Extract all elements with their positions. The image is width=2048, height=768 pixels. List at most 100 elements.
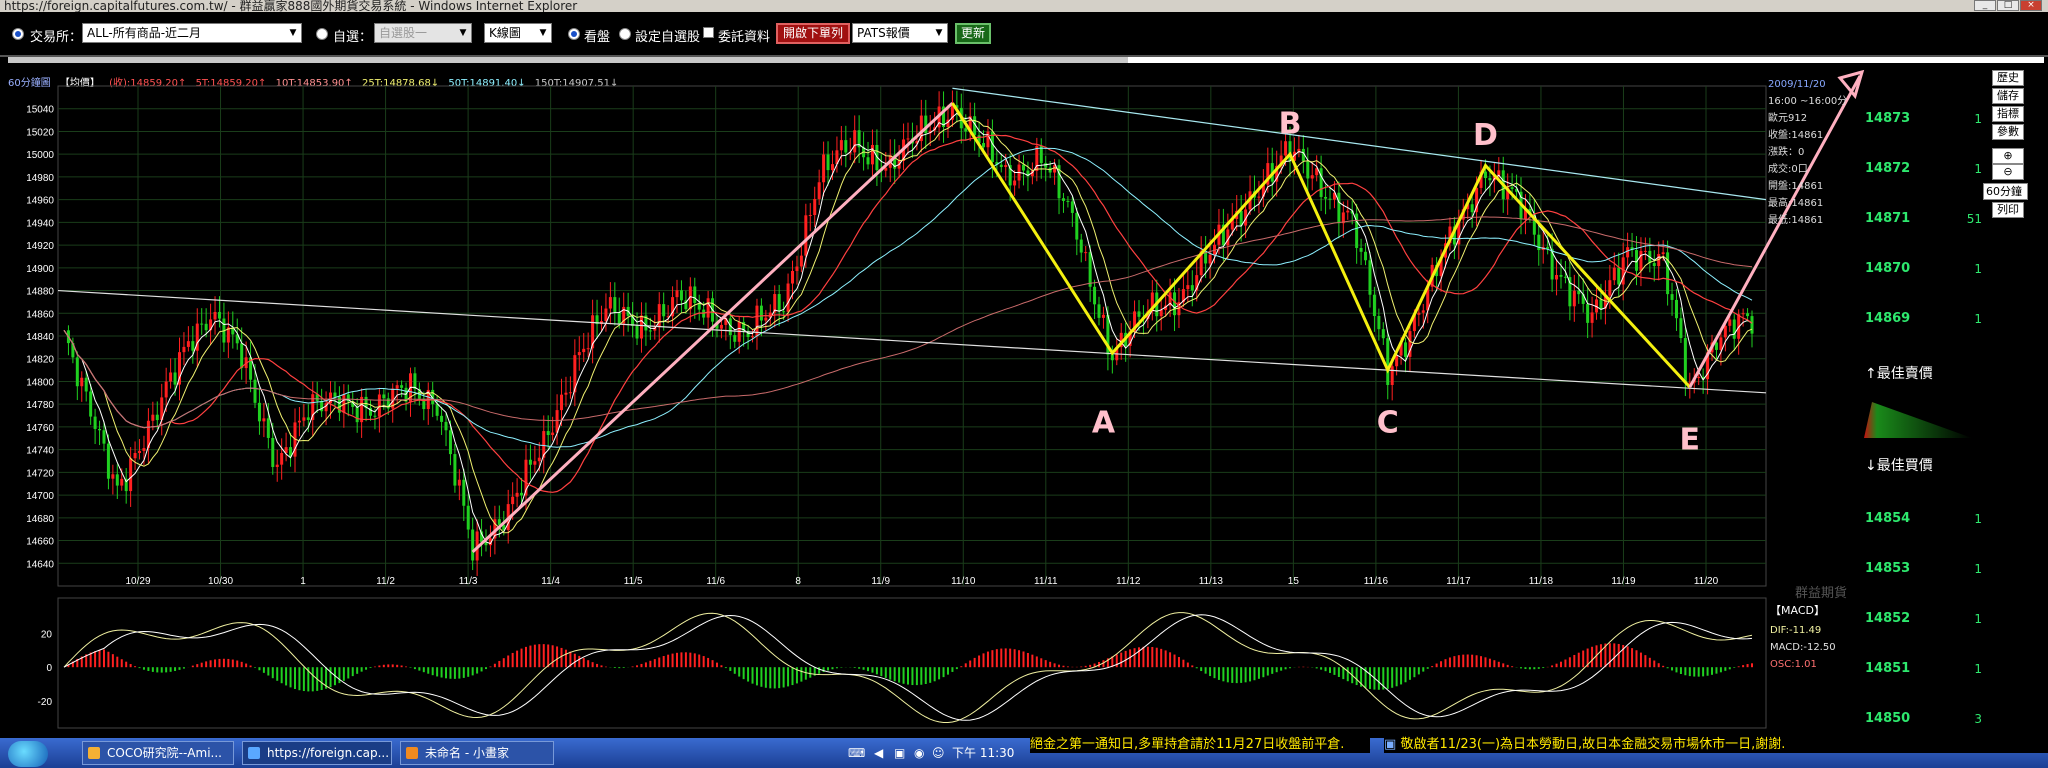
candle-body xyxy=(1217,224,1221,245)
candle-body xyxy=(284,447,288,454)
candle-body xyxy=(990,131,994,163)
x-tick-label: 11/17 xyxy=(1446,576,1471,587)
watchlist-select[interactable]: 自選股一 ▼ xyxy=(374,23,472,43)
candle-body xyxy=(488,538,492,546)
bid-ask-ratio-icon xyxy=(1864,402,1972,438)
candle-body xyxy=(555,410,559,433)
candle-body xyxy=(537,457,541,462)
refresh-button[interactable]: 更新 xyxy=(955,23,992,44)
candle-body xyxy=(329,392,333,404)
candle-body xyxy=(1146,311,1150,319)
exchange-select[interactable]: ALL-所有商品-近二月 ▼ xyxy=(82,23,302,43)
chart-scrollbar[interactable] xyxy=(8,57,2044,63)
candle-body xyxy=(1026,170,1030,177)
x-tick-label: 11/20 xyxy=(1694,576,1719,587)
candle-body xyxy=(302,417,306,421)
candle-body xyxy=(1164,305,1168,310)
ask-qty: 1 xyxy=(1974,262,1982,276)
candle-body xyxy=(702,309,706,318)
chart-legend: 60分鐘圖 【均價】 (收):14859.20↑ 5T:14859.20↑ 10… xyxy=(8,74,624,89)
indicator-button[interactable]: 指標 xyxy=(1992,106,2024,122)
candle-body xyxy=(484,542,488,546)
taskbar-item[interactable]: COCO研究院--Ami... xyxy=(82,741,234,765)
maximize-button[interactable]: □ xyxy=(1997,0,2019,11)
candle-body xyxy=(782,311,786,313)
arrow-icon[interactable]: ◀ xyxy=(874,741,883,765)
candle-body xyxy=(1435,264,1439,277)
candle-body xyxy=(226,327,230,343)
candle-body xyxy=(1492,175,1496,181)
taskbar-item[interactable]: 未命名 - 小畫家 xyxy=(400,741,554,765)
candle-body xyxy=(111,474,115,479)
candle-body xyxy=(1332,192,1336,200)
exchange-radio[interactable] xyxy=(12,28,24,40)
clock: 下午 11:30 xyxy=(952,746,1015,760)
candle-body xyxy=(1555,275,1559,280)
taskbar-item[interactable]: https://foreign.cap... xyxy=(242,741,392,765)
trading-toolbar: 交易所： ALL-所有商品-近二月 ▼ 自選： 自選股一 ▼ K線圖 ▼ 看盤 … xyxy=(0,12,2048,57)
candle-body xyxy=(1657,254,1661,267)
candle-body xyxy=(1035,145,1039,171)
save-button[interactable]: 儲存 xyxy=(1992,88,2024,104)
candle-body xyxy=(400,385,404,388)
candle-body xyxy=(950,105,954,120)
candle-body xyxy=(151,414,155,421)
scrollbar-thumb[interactable] xyxy=(1128,57,2044,63)
window-titlebar: https://foreign.capitalfutures.com.tw/ -… xyxy=(0,0,2048,13)
y-tick-label: 15000 xyxy=(26,150,54,161)
candle-body xyxy=(1457,219,1461,245)
close-button[interactable]: × xyxy=(2020,0,2042,11)
chart-type-select[interactable]: K線圖 ▼ xyxy=(484,23,552,43)
open-order-button[interactable]: 開啟下單列 xyxy=(776,23,851,44)
candle-body xyxy=(1270,163,1274,182)
candle-body xyxy=(1355,213,1359,248)
candle-body xyxy=(377,394,381,417)
macd-osc: OSC:1.01 xyxy=(1770,659,1817,670)
candle-body xyxy=(191,341,195,351)
y-tick-label: 14820 xyxy=(26,355,54,366)
watchlist-radio[interactable] xyxy=(316,28,328,40)
candle-body xyxy=(733,335,737,342)
price-chart[interactable]: 1504015020150001498014960149401492014900… xyxy=(0,0,2048,768)
candle-body xyxy=(1324,196,1328,199)
candle-body xyxy=(924,115,928,134)
bid-price: 14854 xyxy=(1865,511,1911,526)
zoom-in-icon[interactable]: ⊕ xyxy=(1992,148,2024,164)
minimize-button[interactable]: _ xyxy=(1974,0,1996,11)
candle-body xyxy=(1097,304,1101,318)
zoom-out-icon[interactable]: ⊖ xyxy=(1992,164,2024,180)
start-button[interactable] xyxy=(8,741,48,767)
candle-body xyxy=(240,343,244,369)
candle-body xyxy=(1301,148,1305,162)
candle-body xyxy=(1328,198,1332,200)
candle-body xyxy=(1404,342,1408,357)
set-watchlist-radio[interactable] xyxy=(619,28,631,40)
candle-body xyxy=(1737,314,1741,339)
history-button[interactable]: 歷史 xyxy=(1992,70,2024,86)
orders-checkbox[interactable] xyxy=(703,27,714,38)
candle-body xyxy=(639,315,643,339)
candle-body xyxy=(835,150,839,165)
candle-body xyxy=(657,304,661,328)
candle-body xyxy=(417,389,421,399)
candle-body xyxy=(71,343,75,358)
candle-body xyxy=(222,318,226,343)
candle-body xyxy=(84,377,88,392)
candle-body xyxy=(1084,252,1088,254)
candle-body xyxy=(1697,376,1701,378)
quote-source-select[interactable]: PATS報價 ▼ xyxy=(852,23,948,43)
candle-body xyxy=(964,128,968,132)
candle-body xyxy=(200,323,204,325)
view-radio[interactable] xyxy=(568,28,580,40)
candle-body xyxy=(582,348,586,353)
candle-body xyxy=(1683,338,1687,383)
candle-body xyxy=(1137,311,1141,317)
candle-body xyxy=(1541,246,1545,251)
volume-icon[interactable]: ◉ xyxy=(914,741,924,765)
candle-body xyxy=(209,319,213,331)
candle-body xyxy=(195,323,199,351)
candle-body xyxy=(1275,165,1279,182)
print-button[interactable]: 列印 xyxy=(1992,202,2024,218)
interval-select[interactable]: 60分鐘 ▾ xyxy=(1983,183,2028,213)
parameter-button[interactable]: 參數 xyxy=(1992,124,2024,140)
